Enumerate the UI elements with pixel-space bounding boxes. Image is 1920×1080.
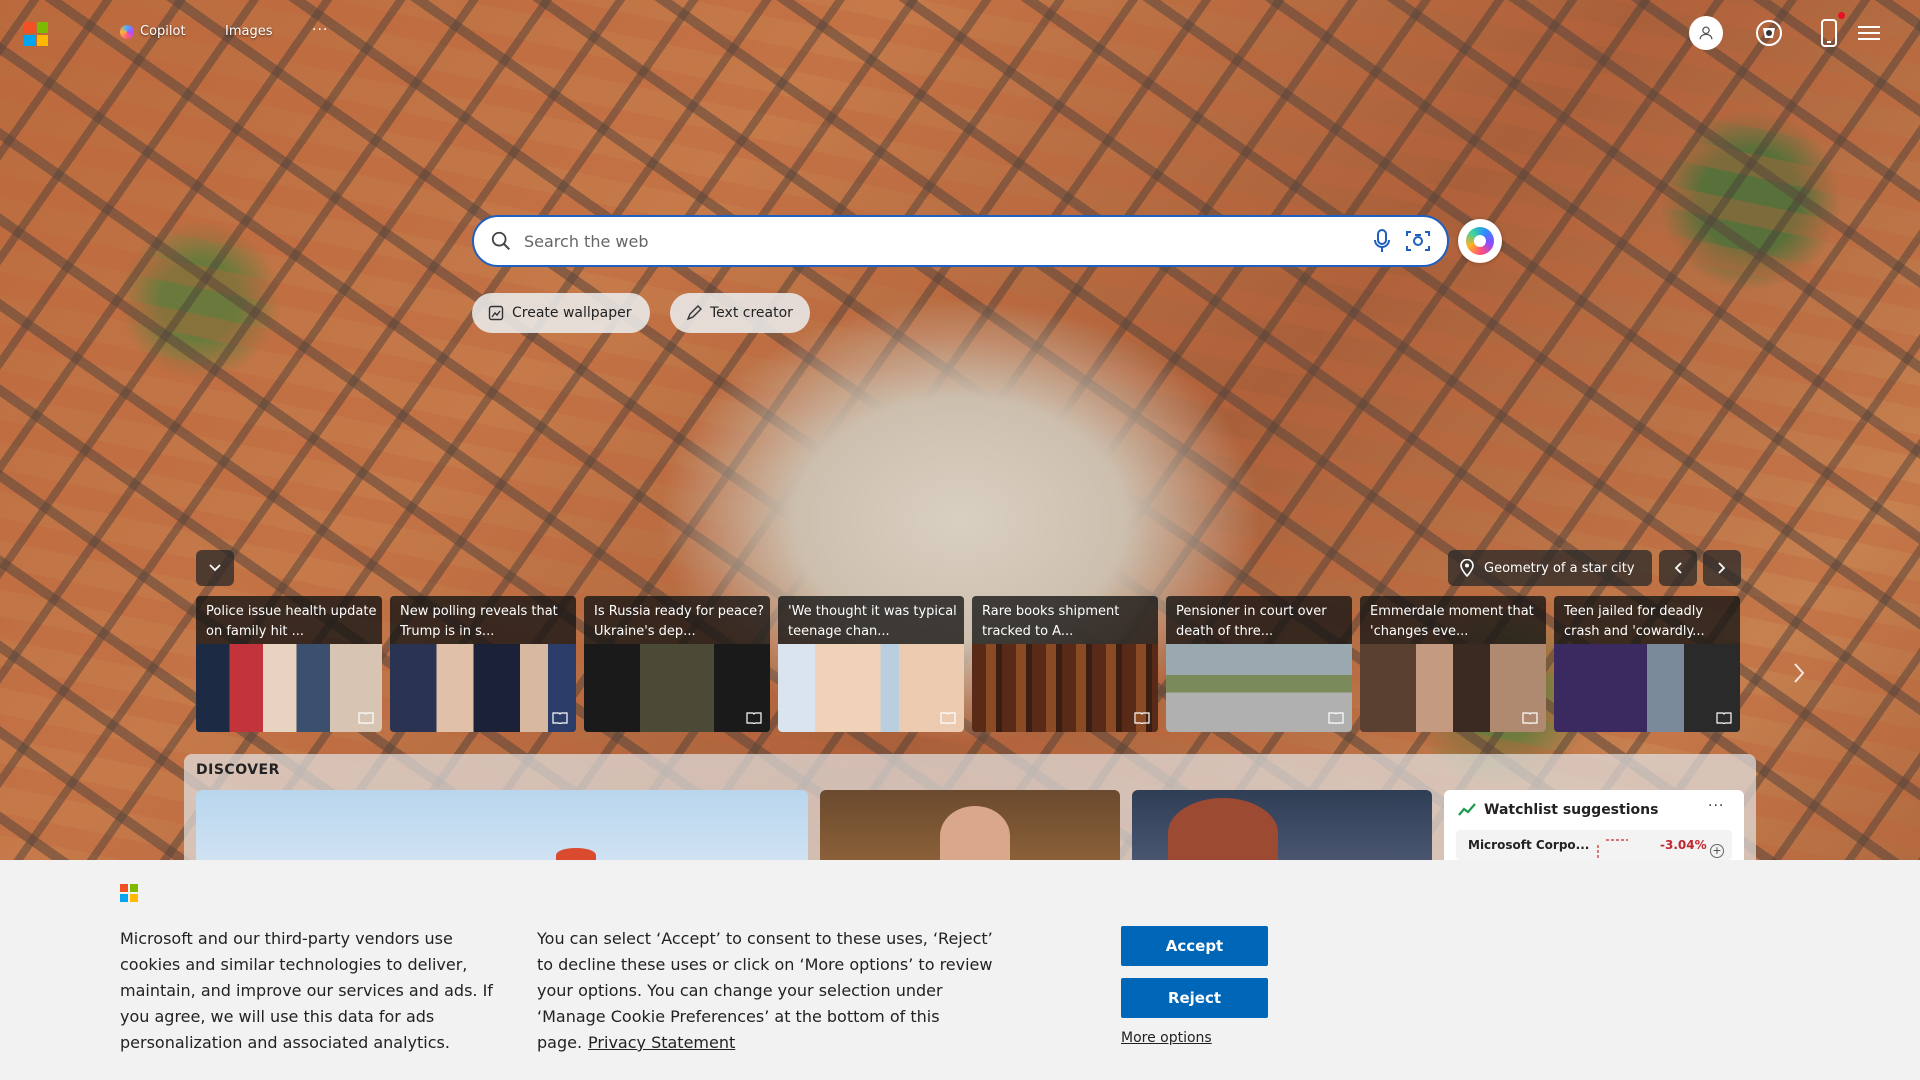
more-options-link[interactable]: More options	[1121, 1030, 1212, 1046]
news-title: Rare books shipment tracked to A...	[982, 604, 1120, 639]
news-thumbnail	[390, 644, 576, 732]
news-thumbnail	[972, 644, 1158, 732]
search-input[interactable]	[524, 231, 1359, 251]
previous-background-button[interactable]	[1659, 550, 1697, 586]
news-thumbnail	[584, 644, 770, 732]
discover-section: DISCOVER Watchlist suggestions ··· Micro…	[184, 754, 1756, 860]
watchlist-more-button[interactable]: ···	[1708, 798, 1724, 814]
chart-trend-icon	[1458, 803, 1476, 816]
nav-copilot[interactable]: Copilot	[120, 24, 186, 39]
read-icon	[1134, 712, 1150, 724]
discover-image	[1168, 798, 1278, 860]
stock-row[interactable]: Microsoft Corpo... -3.04% +	[1456, 830, 1732, 860]
microphone-icon[interactable]	[1369, 228, 1395, 254]
microsoft-logo	[120, 884, 138, 902]
copilot-button[interactable]	[1458, 219, 1502, 263]
discover-card[interactable]	[1132, 790, 1432, 860]
background-info-label: Geometry of a star city	[1484, 560, 1635, 576]
menu-icon[interactable]	[1852, 16, 1886, 50]
read-icon	[746, 712, 762, 724]
nav-copilot-label: Copilot	[140, 24, 186, 39]
wallpaper-icon	[488, 305, 504, 321]
collapse-news-button[interactable]	[196, 550, 234, 586]
top-bar: Copilot Images ···	[0, 0, 1920, 66]
news-title: New polling reveals that Trump is in s..…	[400, 604, 558, 639]
discover-card[interactable]	[196, 790, 808, 860]
news-card[interactable]: Is Russia ready for peace? Ukraine's dep…	[584, 596, 770, 732]
news-card[interactable]: Police issue health update on family hit…	[196, 596, 382, 732]
next-background-button[interactable]	[1703, 550, 1741, 586]
discover-label: DISCOVER	[196, 762, 280, 778]
microsoft-logo[interactable]	[24, 22, 48, 46]
nav-more-button[interactable]: ···	[312, 22, 328, 38]
accept-button[interactable]: Accept	[1121, 926, 1268, 966]
news-card[interactable]: New polling reveals that Trump is in s..…	[390, 596, 576, 732]
cookie-description: Microsoft and our third-party vendors us…	[120, 929, 493, 1052]
read-icon	[940, 712, 956, 724]
create-wallpaper-button[interactable]: Create wallpaper	[472, 293, 650, 333]
news-card[interactable]: Pensioner in court over death of thre...	[1166, 596, 1352, 732]
discover-image	[940, 806, 1010, 860]
read-icon	[552, 712, 568, 724]
nav-images[interactable]: Images	[225, 24, 273, 39]
watchlist-card: Watchlist suggestions ··· Microsoft Corp…	[1444, 790, 1744, 860]
news-thumbnail	[1360, 644, 1546, 732]
sparkline-icon	[1597, 839, 1628, 858]
notification-dot	[1838, 12, 1845, 19]
news-title: Police issue health update on family hit…	[206, 604, 377, 639]
news-thumbnail	[778, 644, 964, 732]
nav-images-label: Images	[225, 24, 273, 39]
copilot-icon	[1466, 227, 1494, 255]
visual-search-icon[interactable]	[1405, 228, 1431, 254]
watchlist-title: Watchlist suggestions	[1484, 802, 1659, 818]
search-icon	[491, 231, 510, 250]
news-scroll-right-button[interactable]	[1788, 658, 1810, 688]
privacy-statement-link[interactable]: Privacy Statement	[588, 1033, 735, 1052]
stock-name: Microsoft Corpo...	[1468, 838, 1590, 852]
news-card[interactable]: Rare books shipment tracked to A...	[972, 596, 1158, 732]
discover-image	[556, 848, 596, 860]
news-title: Emmerdale moment that 'changes eve...	[1370, 604, 1534, 639]
read-icon	[1328, 712, 1344, 724]
cookie-options-text: You can select ‘Accept’ to consent to th…	[537, 926, 997, 1056]
news-title: 'We thought it was typical teenage chan.…	[788, 604, 957, 639]
news-title: Teen jailed for deadly crash and 'coward…	[1564, 604, 1705, 639]
discover-card[interactable]	[820, 790, 1120, 860]
phone-icon[interactable]	[1812, 16, 1846, 50]
read-icon	[1522, 712, 1538, 724]
news-title: Is Russia ready for peace? Ukraine's dep…	[594, 604, 765, 639]
news-thumbnail	[1166, 644, 1352, 732]
copilot-icon	[120, 24, 134, 39]
avatar[interactable]	[1689, 16, 1723, 50]
rewards-icon[interactable]	[1752, 16, 1786, 50]
location-pin-icon	[1460, 559, 1474, 577]
reject-button[interactable]: Reject	[1121, 978, 1268, 1018]
stock-change: -3.04%	[1660, 838, 1707, 852]
read-icon	[1716, 712, 1732, 724]
news-card[interactable]: Teen jailed for deadly crash and 'coward…	[1554, 596, 1740, 732]
text-creator-label: Text creator	[710, 305, 793, 321]
news-card[interactable]: Emmerdale moment that 'changes eve...	[1360, 596, 1546, 732]
chevron-down-icon	[209, 564, 221, 572]
read-icon	[358, 712, 374, 724]
create-wallpaper-label: Create wallpaper	[512, 305, 632, 321]
add-stock-button[interactable]: +	[1710, 844, 1724, 858]
text-creator-button[interactable]: Text creator	[670, 293, 810, 333]
chevron-right-icon	[1794, 663, 1805, 683]
news-thumbnail	[196, 644, 382, 732]
cookie-banner: Microsoft and our third-party vendors us…	[0, 860, 1920, 1080]
news-card[interactable]: 'We thought it was typical teenage chan.…	[778, 596, 964, 732]
chevron-right-icon	[1718, 562, 1726, 574]
background-info-button[interactable]: Geometry of a star city	[1448, 550, 1652, 586]
search-bar	[472, 215, 1449, 267]
news-thumbnail	[1554, 644, 1740, 732]
pen-icon	[686, 305, 702, 321]
person-icon	[1699, 26, 1713, 40]
news-title: Pensioner in court over death of thre...	[1176, 604, 1327, 639]
chevron-left-icon	[1674, 562, 1682, 574]
